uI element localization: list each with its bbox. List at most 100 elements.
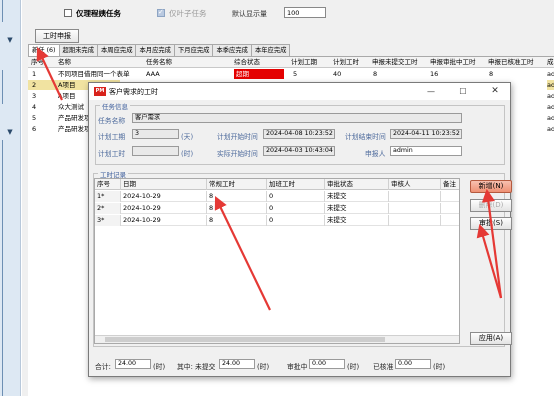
default-rows-input[interactable]: 100: [284, 7, 326, 18]
cell-note[interactable]: [441, 215, 459, 226]
task-info-legend: 任务信息: [100, 101, 130, 111]
tab-this-quarter[interactable]: 本季应完成: [212, 44, 252, 56]
table-row[interactable]: 3* 2024-10-29 8 0 未提交: [95, 215, 459, 226]
tab-new[interactable]: 新任 (6): [28, 44, 60, 56]
col-header-regular[interactable]: 常规工时: [207, 179, 267, 190]
plan-hours-field: [132, 146, 179, 156]
col-header-note[interactable]: 备注: [441, 179, 459, 190]
tree-line: [2, 140, 3, 396]
cell-regular[interactable]: 8: [207, 191, 267, 202]
dialog-title: 客户需求的工时: [109, 88, 158, 96]
minimize-icon[interactable]: —: [424, 86, 438, 97]
collapse-arrow-icon[interactable]: ▼: [5, 36, 15, 45]
col-header-name[interactable]: 名称: [58, 57, 118, 68]
report-hours-button[interactable]: 工时申报: [35, 29, 79, 43]
task-name-label: 任务名称: [98, 117, 126, 125]
filter-row: 仅理程姨任务 仅叶子任务: [64, 6, 207, 20]
approved-unit: (时): [433, 363, 446, 371]
col-header-no[interactable]: 序号: [95, 179, 121, 190]
cell-state: 未提交: [325, 191, 389, 202]
table-row[interactable]: 1 不同项目借用同一个表单 AAA 超期 5 40 8 16 8 ad: [28, 69, 554, 79]
col-header-reviewer[interactable]: 审核人: [389, 179, 441, 190]
cell-extra: ad: [547, 92, 554, 100]
hours-record-table: 序号 日期 常规工时 加班工时 审批状态 审核人 备注 1* 2024-10-2…: [94, 178, 460, 344]
delete-button[interactable]: 删除(D): [470, 199, 512, 212]
col-header-plan-days[interactable]: 计划工期: [291, 57, 327, 68]
cell-overtime[interactable]: 0: [267, 215, 325, 226]
record-table-header: 序号 日期 常规工时 加班工时 审批状态 审核人 备注: [95, 179, 459, 190]
maximize-icon[interactable]: ☐: [456, 86, 470, 97]
apply-button[interactable]: 应用(A): [470, 332, 512, 345]
actual-start-field: 2024-04-03 10:43:04: [263, 146, 335, 156]
cell-date: 2024-10-29: [121, 215, 207, 226]
col-header-no[interactable]: 序号: [31, 57, 53, 68]
table-row[interactable]: 1* 2024-10-29 8 0 未提交: [95, 191, 459, 202]
status-badge: 超期: [234, 69, 284, 79]
cell-reviewer: [389, 215, 441, 226]
col-header-approving[interactable]: 申报审批中工时: [430, 57, 486, 68]
total-field: 24.00: [115, 359, 151, 369]
cell-reviewer: [389, 191, 441, 202]
tree-line: [2, 70, 3, 104]
cell-note[interactable]: [441, 203, 459, 214]
tab-overdue[interactable]: 超期未完成: [58, 44, 98, 56]
scrollbar-thumb[interactable]: [105, 337, 385, 342]
cell-reviewer: [389, 203, 441, 214]
only-mine-checkbox[interactable]: [64, 9, 72, 17]
col-header-state[interactable]: 审批状态: [325, 179, 389, 190]
record-table-scrollbar[interactable]: [95, 335, 459, 343]
only-mine-label: 仅理程姨任务: [76, 8, 121, 18]
plan-hours-label: 计划工时: [98, 150, 126, 158]
task-tabs: 新任 (6) 超期未完成 本周应完成 本月应完成 下月应完成 本季应完成 本年应…: [28, 44, 291, 56]
cell-regular[interactable]: 8: [207, 215, 267, 226]
actual-start-label: 实际开始时间: [217, 150, 258, 158]
col-header-unsubmitted[interactable]: 申报未提交工时: [372, 57, 430, 68]
only-leaf-label: 仅叶子任务: [169, 8, 207, 18]
col-header-overtime[interactable]: 加班工时: [267, 179, 325, 190]
col-header-task[interactable]: 任务名称: [146, 57, 226, 68]
col-header-approved[interactable]: 申报已核准工时: [488, 57, 546, 68]
cell-no: 3: [32, 92, 37, 100]
only-leaf-checkbox[interactable]: [157, 8, 165, 17]
cell-overtime[interactable]: 0: [267, 203, 325, 214]
col-header-plan-hours[interactable]: 计划工时: [333, 57, 369, 68]
col-header-date[interactable]: 日期: [121, 179, 207, 190]
table-row[interactable]: 2* 2024-10-29 8 0 未提交: [95, 203, 459, 214]
collapse-arrow-icon[interactable]: ▼: [5, 128, 15, 137]
cell-approved: 8: [489, 70, 494, 78]
col-header-extra[interactable]: 成: [547, 57, 554, 68]
cell-no: 6: [32, 125, 37, 133]
cell-extra: ad: [547, 114, 554, 122]
total-label: 合计:: [95, 363, 111, 371]
tab-this-year[interactable]: 本年应完成: [250, 44, 291, 56]
unsubmitted-label: 其中: 未提交: [177, 363, 216, 371]
plan-start-field: 2024-04-08 10:23:52: [263, 129, 335, 139]
dialog-title-bar[interactable]: PM 客户需求的工时 — ☐ ✕: [89, 83, 510, 100]
col-header-status[interactable]: 综合状态: [234, 57, 284, 68]
applicant-field: admin: [390, 146, 462, 156]
tab-this-month[interactable]: 本月应完成: [135, 44, 175, 56]
cell-overtime[interactable]: 0: [267, 191, 325, 202]
cell-regular[interactable]: 8: [207, 203, 267, 214]
approve-button[interactable]: 审批(S): [470, 217, 512, 230]
tab-this-week[interactable]: 本周应完成: [97, 44, 137, 56]
cell-no: 2: [28, 80, 56, 90]
days-unit: (天): [181, 133, 194, 141]
close-icon[interactable]: ✕: [488, 86, 502, 97]
task-grid-header: 序号 名称 任务名称 综合状态 计划工期 计划工时 申报未提交工时 申报审批中工…: [28, 57, 554, 68]
approving-field: 0.00: [309, 359, 345, 369]
cell-no: 1*: [95, 191, 121, 202]
cell-no: 1: [32, 70, 37, 78]
cell-state: 未提交: [325, 203, 389, 214]
add-button[interactable]: 新增(N): [470, 180, 512, 193]
applicant-label: 申报人: [365, 150, 386, 158]
task-name-field: 客户需求: [132, 113, 462, 123]
cell-extra: ad: [547, 80, 554, 90]
tab-next-month[interactable]: 下月应完成: [173, 44, 214, 56]
plan-days-label: 计划工期: [98, 133, 126, 141]
cell-no: 3*: [95, 215, 121, 226]
total-unit: (时): [153, 363, 166, 371]
cell-task: AAA: [146, 70, 160, 78]
cell-note[interactable]: [441, 191, 459, 202]
cell-no: 4: [32, 103, 37, 111]
